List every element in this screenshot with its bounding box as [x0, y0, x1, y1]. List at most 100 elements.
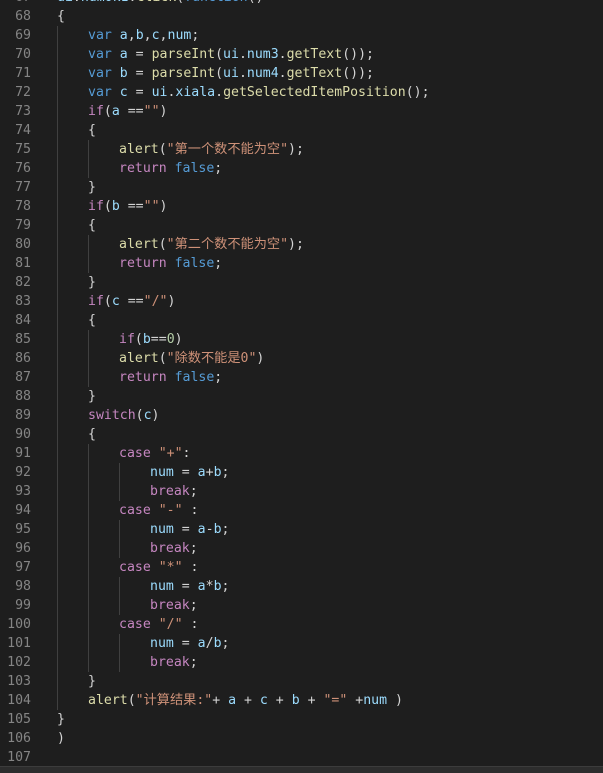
code-line[interactable]: 101 num = a/b; — [0, 634, 603, 653]
code-token: ( — [127, 693, 136, 708]
code-text: break; — [150, 653, 198, 672]
line-number: 103 — [7, 674, 31, 689]
code-line[interactable]: 67ui.numok1.click(function() — [0, 0, 603, 7]
code-token: a — [197, 465, 206, 480]
code-line[interactable]: 75 alert("第一个数不能为空"); — [0, 140, 603, 159]
code-line[interactable]: 100 case "/" : — [0, 615, 603, 634]
code-line[interactable]: 93 break; — [0, 482, 603, 501]
code-line[interactable]: 94 case "-" : — [0, 501, 603, 520]
code-token: ) — [151, 408, 160, 423]
code-token: if — [88, 104, 104, 119]
code-line[interactable]: 76 return false; — [0, 159, 603, 178]
code-line[interactable]: 97 case "*" : — [0, 558, 603, 577]
code-token: { — [57, 9, 65, 24]
code-line[interactable]: 90 { — [0, 425, 603, 444]
indent-guide — [88, 653, 89, 672]
line-number: 90 — [15, 427, 31, 442]
line-number: 89 — [15, 408, 31, 423]
indent-guide — [119, 482, 120, 501]
code-token: ui — [151, 85, 168, 100]
line-number: 79 — [15, 218, 31, 233]
line-number: 69 — [15, 28, 31, 43]
code-line[interactable]: 98 num = a*b; — [0, 577, 603, 596]
code-line[interactable]: 79 { — [0, 216, 603, 235]
code-line[interactable]: 72 var c = ui.xiala.getSelectedItemPositi… — [0, 83, 603, 102]
indent-guide — [88, 368, 89, 387]
code-line[interactable]: 103} — [0, 672, 603, 691]
line-number: 75 — [15, 142, 31, 157]
code-token: : — [182, 617, 199, 632]
line-number: 76 — [15, 161, 31, 176]
code-line[interactable]: 81 return false; — [0, 254, 603, 273]
code-text: { — [88, 216, 96, 235]
code-token: ( — [103, 294, 112, 309]
code-line[interactable]: 107 — [0, 748, 603, 767]
code-line[interactable]: 88} — [0, 387, 603, 406]
code-token: . — [278, 66, 287, 81]
indent-guide — [88, 520, 89, 539]
indent-guide — [88, 634, 89, 653]
code-token: ) — [159, 104, 168, 119]
code-line[interactable]: 68 { — [0, 7, 603, 26]
code-token: var — [88, 66, 112, 81]
code-token: false — [174, 370, 215, 385]
code-line[interactable]: 85 if(b==0) — [0, 330, 603, 349]
code-token: num — [150, 522, 174, 537]
code-line[interactable]: 95 num = a-b; — [0, 520, 603, 539]
code-line[interactable]: 82} — [0, 273, 603, 292]
code-text: return false; — [119, 159, 222, 178]
code-token: ( — [176, 0, 184, 5]
code-token: c — [143, 408, 152, 423]
indent-guide — [119, 653, 120, 672]
code-token: "/" — [143, 294, 168, 309]
code-token: . — [238, 47, 247, 62]
code-text: switch(c) — [88, 406, 160, 425]
code-line[interactable]: 74 { — [0, 121, 603, 140]
line-number: 99 — [15, 598, 31, 613]
code-token: if — [88, 294, 104, 309]
code-line[interactable]: 104 alert("计算结果:"+ a + c + b + "=" +num ) — [0, 691, 603, 710]
code-token: == — [119, 199, 144, 214]
code-token: parseInt — [151, 66, 216, 81]
code-line[interactable]: 106) — [0, 729, 603, 748]
code-line[interactable]: 77} — [0, 178, 603, 197]
code-token: case — [119, 503, 151, 518]
code-line[interactable]: 87 return false; — [0, 368, 603, 387]
code-token: num — [167, 28, 192, 43]
code-token: ) — [387, 693, 403, 708]
code-text: ui.numok1.click(function() — [57, 0, 264, 7]
code-line[interactable]: 91 case "+": — [0, 444, 603, 463]
code-line[interactable]: 80 alert("第二个数不能为空"); — [0, 235, 603, 254]
indent-guide — [57, 140, 58, 159]
code-line[interactable]: 99 break; — [0, 596, 603, 615]
code-token: ; — [189, 598, 198, 613]
code-token: , — [127, 28, 136, 43]
code-text: if(a =="") — [88, 102, 167, 121]
code-token: = — [127, 66, 152, 81]
code-token: + — [347, 693, 364, 708]
code-lines[interactable]: 67ui.numok1.click(function()68{ 69 var a, b… — [0, 0, 603, 767]
code-line[interactable]: 86 alert("除数不能是0") — [0, 349, 603, 368]
code-line[interactable]: 105} — [0, 710, 603, 729]
code-line[interactable]: 71 var b = parseInt(ui.num4.getText()); — [0, 64, 603, 83]
code-line[interactable]: 78 if(b =="") — [0, 197, 603, 216]
code-line[interactable]: 92 num = a+b; — [0, 463, 603, 482]
indent-guide — [57, 292, 58, 311]
code-line[interactable]: 70 var a = parseInt(ui.num3.getText()); — [0, 45, 603, 64]
indent-guide — [57, 577, 58, 596]
code-line[interactable]: 69 var a,b,c,num; — [0, 26, 603, 45]
code-text: alert("第一个数不能为空"); — [119, 140, 304, 159]
horizontal-scrollbar[interactable] — [0, 766, 603, 773]
code-line[interactable]: 73 if(a =="") — [0, 102, 603, 121]
code-token: ; — [214, 370, 223, 385]
code-text: { — [57, 7, 65, 26]
code-editor[interactable]: 67ui.numok1.click(function()68{ 69 var a, b… — [0, 0, 603, 773]
code-token: { — [88, 427, 96, 442]
line-number: 106 — [7, 731, 31, 746]
code-line[interactable]: 83 if(c =="/") — [0, 292, 603, 311]
code-line[interactable]: 102 break; — [0, 653, 603, 672]
indent-guide — [57, 235, 58, 254]
code-line[interactable]: 84 { — [0, 311, 603, 330]
code-line[interactable]: 89 switch(c) — [0, 406, 603, 425]
code-line[interactable]: 96 break; — [0, 539, 603, 558]
